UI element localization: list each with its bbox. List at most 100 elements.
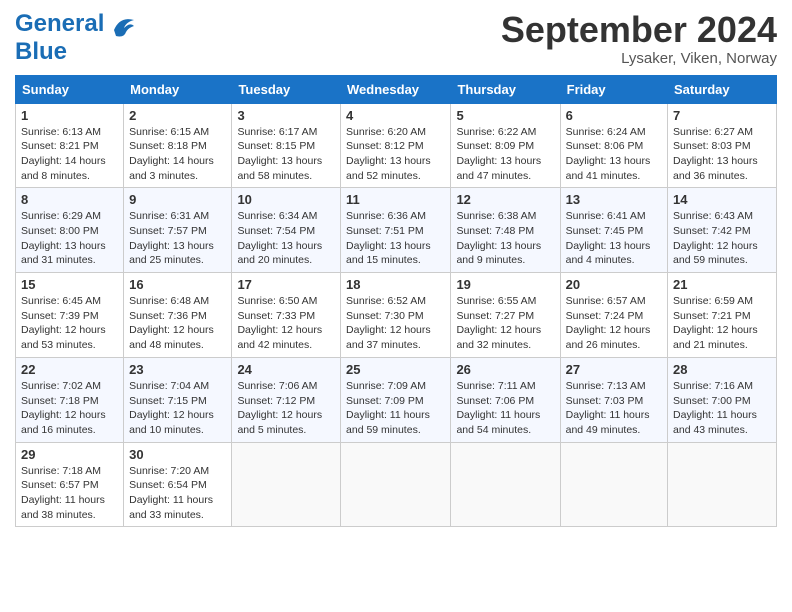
day-number: 30	[129, 447, 226, 462]
day-info: Sunrise: 7:18 AMSunset: 6:57 PMDaylight:…	[21, 464, 118, 523]
day-info: Sunrise: 7:09 AMSunset: 7:09 PMDaylight:…	[346, 379, 445, 438]
table-row: 22 Sunrise: 7:02 AMSunset: 7:18 PMDayligh…	[16, 357, 124, 442]
table-row: 10 Sunrise: 6:34 AMSunset: 7:54 PMDayligh…	[232, 188, 341, 273]
day-info: Sunrise: 6:48 AMSunset: 7:36 PMDaylight:…	[129, 294, 226, 353]
day-number: 10	[237, 192, 335, 207]
col-wednesday: Wednesday	[341, 75, 451, 103]
title-block: September 2024 Lysaker, Viken, Norway	[501, 10, 777, 67]
month-title: September 2024	[501, 10, 777, 50]
location: Lysaker, Viken, Norway	[501, 50, 777, 67]
logo-general: General	[15, 10, 104, 37]
day-number: 12	[456, 192, 554, 207]
table-row: 18 Sunrise: 6:52 AMSunset: 7:30 PMDayligh…	[341, 273, 451, 358]
day-info: Sunrise: 6:55 AMSunset: 7:27 PMDaylight:…	[456, 294, 554, 353]
calendar-week-row: 29 Sunrise: 7:18 AMSunset: 6:57 PMDayligh…	[16, 442, 777, 527]
day-number: 19	[456, 277, 554, 292]
table-row: 13Sunrise: 6:41 AMSunset: 7:45 PMDayligh…	[560, 188, 667, 273]
table-row	[341, 442, 451, 527]
table-row: 21Sunrise: 6:59 AMSunset: 7:21 PMDayligh…	[668, 273, 777, 358]
table-row: 24 Sunrise: 7:06 AMSunset: 7:12 PMDayligh…	[232, 357, 341, 442]
logo: General Blue	[15, 10, 136, 66]
table-row: 20 Sunrise: 6:57 AMSunset: 7:24 PMDayligh…	[560, 273, 667, 358]
table-row	[232, 442, 341, 527]
day-info: Sunrise: 6:52 AMSunset: 7:30 PMDaylight:…	[346, 294, 445, 353]
day-info: Sunrise: 6:17 AMSunset: 8:15 PMDaylight:…	[237, 125, 335, 184]
col-friday: Friday	[560, 75, 667, 103]
table-row: 27 Sunrise: 7:13 AMSunset: 7:03 PMDayligh…	[560, 357, 667, 442]
logo-name: General	[15, 10, 104, 37]
day-info: Sunrise: 7:04 AMSunset: 7:15 PMDaylight:…	[129, 379, 226, 438]
table-row: 23 Sunrise: 7:04 AMSunset: 7:15 PMDayligh…	[124, 357, 232, 442]
day-info: Sunrise: 6:59 AMSunset: 7:21 PMDaylight:…	[673, 294, 771, 353]
table-row: 16 Sunrise: 6:48 AMSunset: 7:36 PMDayligh…	[124, 273, 232, 358]
day-number: 2	[129, 108, 226, 123]
table-row: 8 Sunrise: 6:29 AMSunset: 8:00 PMDaylight…	[16, 188, 124, 273]
logo-bird-icon	[106, 12, 136, 47]
page: General Blue September 2024	[0, 0, 792, 612]
table-row: 9 Sunrise: 6:31 AMSunset: 7:57 PMDaylight…	[124, 188, 232, 273]
day-number: 18	[346, 277, 445, 292]
day-number: 6	[566, 108, 662, 123]
day-info: Sunrise: 6:24 AMSunset: 8:06 PMDaylight:…	[566, 125, 662, 184]
day-info: Sunrise: 6:31 AMSunset: 7:57 PMDaylight:…	[129, 209, 226, 268]
day-number: 22	[21, 362, 118, 377]
day-info: Sunrise: 6:34 AMSunset: 7:54 PMDaylight:…	[237, 209, 335, 268]
calendar-week-row: 15Sunrise: 6:45 AMSunset: 7:39 PMDayligh…	[16, 273, 777, 358]
day-info: Sunrise: 7:20 AMSunset: 6:54 PMDaylight:…	[129, 464, 226, 523]
day-info: Sunrise: 6:15 AMSunset: 8:18 PMDaylight:…	[129, 125, 226, 184]
table-row: 12 Sunrise: 6:38 AMSunset: 7:48 PMDayligh…	[451, 188, 560, 273]
table-row: 17 Sunrise: 6:50 AMSunset: 7:33 PMDayligh…	[232, 273, 341, 358]
col-thursday: Thursday	[451, 75, 560, 103]
day-info: Sunrise: 6:38 AMSunset: 7:48 PMDaylight:…	[456, 209, 554, 268]
day-info: Sunrise: 6:27 AMSunset: 8:03 PMDaylight:…	[673, 125, 771, 184]
table-row	[668, 442, 777, 527]
table-row: 25 Sunrise: 7:09 AMSunset: 7:09 PMDayligh…	[341, 357, 451, 442]
table-row: 28Sunrise: 7:16 AMSunset: 7:00 PMDayligh…	[668, 357, 777, 442]
table-row: 3 Sunrise: 6:17 AMSunset: 8:15 PMDaylight…	[232, 103, 341, 188]
table-row: 7 Sunrise: 6:27 AMSunset: 8:03 PMDaylight…	[668, 103, 777, 188]
day-number: 29	[21, 447, 118, 462]
table-row: 30 Sunrise: 7:20 AMSunset: 6:54 PMDayligh…	[124, 442, 232, 527]
table-row: 19 Sunrise: 6:55 AMSunset: 7:27 PMDayligh…	[451, 273, 560, 358]
calendar-table: Sunday Monday Tuesday Wednesday Thursday…	[15, 75, 777, 528]
day-info: Sunrise: 6:29 AMSunset: 8:00 PMDaylight:…	[21, 209, 118, 268]
day-number: 4	[346, 108, 445, 123]
logo-blue-text: Blue	[15, 38, 67, 65]
day-info: Sunrise: 7:11 AMSunset: 7:06 PMDaylight:…	[456, 379, 554, 438]
day-number: 7	[673, 108, 771, 123]
day-info: Sunrise: 6:20 AMSunset: 8:12 PMDaylight:…	[346, 125, 445, 184]
day-number: 16	[129, 277, 226, 292]
day-info: Sunrise: 6:43 AMSunset: 7:42 PMDaylight:…	[673, 209, 771, 268]
day-number: 23	[129, 362, 226, 377]
col-sunday: Sunday	[16, 75, 124, 103]
day-number: 9	[129, 192, 226, 207]
day-number: 8	[21, 192, 118, 207]
day-info: Sunrise: 7:02 AMSunset: 7:18 PMDaylight:…	[21, 379, 118, 438]
day-number: 26	[456, 362, 554, 377]
day-info: Sunrise: 6:36 AMSunset: 7:51 PMDaylight:…	[346, 209, 445, 268]
day-number: 27	[566, 362, 662, 377]
day-number: 3	[237, 108, 335, 123]
logo-text-block: General Blue	[15, 10, 104, 66]
col-tuesday: Tuesday	[232, 75, 341, 103]
day-number: 11	[346, 192, 445, 207]
day-number: 25	[346, 362, 445, 377]
table-row: 26 Sunrise: 7:11 AMSunset: 7:06 PMDayligh…	[451, 357, 560, 442]
day-info: Sunrise: 7:06 AMSunset: 7:12 PMDaylight:…	[237, 379, 335, 438]
day-number: 28	[673, 362, 771, 377]
table-row	[451, 442, 560, 527]
day-number: 17	[237, 277, 335, 292]
day-number: 24	[237, 362, 335, 377]
day-info: Sunrise: 6:50 AMSunset: 7:33 PMDaylight:…	[237, 294, 335, 353]
table-row: 15Sunrise: 6:45 AMSunset: 7:39 PMDayligh…	[16, 273, 124, 358]
day-info: Sunrise: 7:13 AMSunset: 7:03 PMDaylight:…	[566, 379, 662, 438]
table-row: 4 Sunrise: 6:20 AMSunset: 8:12 PMDaylight…	[341, 103, 451, 188]
logo-blue: Blue	[15, 38, 67, 65]
header: General Blue September 2024	[15, 10, 777, 67]
table-row: 29 Sunrise: 7:18 AMSunset: 6:57 PMDayligh…	[16, 442, 124, 527]
table-row: 5Sunrise: 6:22 AMSunset: 8:09 PMDaylight…	[451, 103, 560, 188]
day-info: Sunrise: 6:57 AMSunset: 7:24 PMDaylight:…	[566, 294, 662, 353]
day-number: 20	[566, 277, 662, 292]
logo-container: General Blue	[15, 10, 136, 66]
calendar-week-row: 1Sunrise: 6:13 AMSunset: 8:21 PMDaylight…	[16, 103, 777, 188]
